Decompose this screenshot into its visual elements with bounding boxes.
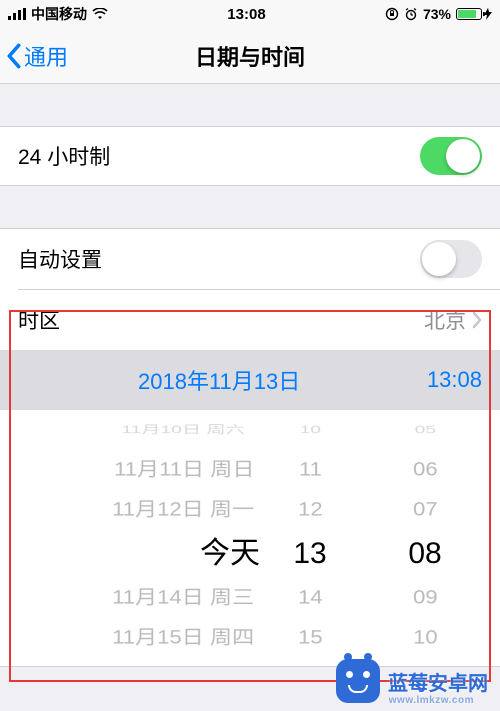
row-timezone[interactable]: 时区 北京	[0, 290, 500, 350]
picker-item: 11月15日 周四	[112, 622, 254, 654]
selected-date: 2018年11月13日	[138, 364, 300, 396]
picker-item: 11月10日 周六	[121, 421, 244, 439]
back-button[interactable]: 通用	[0, 40, 68, 72]
picker-item-selected: 今天	[200, 530, 260, 578]
battery-icon	[456, 8, 492, 20]
picker-col-minute[interactable]: 05 06 07 08 09 10 11	[350, 410, 500, 666]
picker-item: 07	[413, 494, 438, 526]
battery-percent: 73%	[423, 6, 451, 22]
picker-item-selected: 08	[408, 530, 441, 578]
picker-item-selected: 13	[293, 530, 326, 578]
back-label: 通用	[24, 40, 68, 72]
status-bar: 中国移动 13:08 73%	[0, 0, 500, 28]
carrier-label: 中国移动	[31, 4, 87, 24]
picker-item: 09	[413, 582, 438, 614]
picker-item: 12	[298, 494, 323, 526]
chevron-left-icon	[6, 43, 22, 69]
row-label: 时区	[18, 305, 60, 335]
row-selected-datetime[interactable]: 2018年11月13日 13:08	[0, 350, 500, 410]
orientation-lock-icon	[385, 7, 399, 21]
picker-item: 10	[299, 421, 320, 439]
picker-item: 05	[414, 421, 435, 439]
row-label: 24 小时制	[18, 141, 110, 171]
picker-col-hour[interactable]: 10 11 12 13 14 15 16	[270, 410, 350, 666]
row-label: 自动设置	[18, 244, 102, 274]
datetime-picker[interactable]: 11月10日 周六 11月11日 周日 11月12日 周一 今天 11月14日 …	[0, 410, 500, 666]
row-auto-set: 自动设置	[0, 229, 500, 289]
picker-item: 11月11日 周日	[114, 454, 254, 486]
status-time: 13:08	[227, 6, 265, 23]
row-24-hour: 24 小时制	[0, 126, 500, 186]
nav-bar: 通用 日期与时间	[0, 28, 500, 84]
switch-24-hour[interactable]	[420, 137, 482, 175]
picker-item: 10	[413, 622, 438, 654]
picker-col-date[interactable]: 11月10日 周六 11月11日 周日 11月12日 周一 今天 11月14日 …	[0, 410, 270, 666]
picker-item: 14	[298, 582, 323, 614]
picker-item: 11月14日 周三	[112, 582, 254, 614]
watermark-url: www.lmkzw.com	[389, 695, 474, 706]
wifi-icon	[92, 8, 108, 20]
page-title: 日期与时间	[0, 40, 500, 72]
switch-auto-set[interactable]	[420, 240, 482, 278]
picker-item: 11	[299, 454, 322, 486]
chevron-right-icon	[472, 311, 482, 329]
picker-item: 06	[413, 454, 438, 486]
picker-item: 11月12日 周一	[112, 494, 254, 526]
signal-icon	[8, 8, 26, 20]
watermark-text: 蓝莓安卓网	[388, 673, 488, 695]
timezone-value: 北京	[424, 305, 466, 335]
alarm-icon	[404, 7, 418, 21]
selected-time: 13:08	[427, 367, 482, 393]
picker-item: 15	[298, 622, 323, 654]
